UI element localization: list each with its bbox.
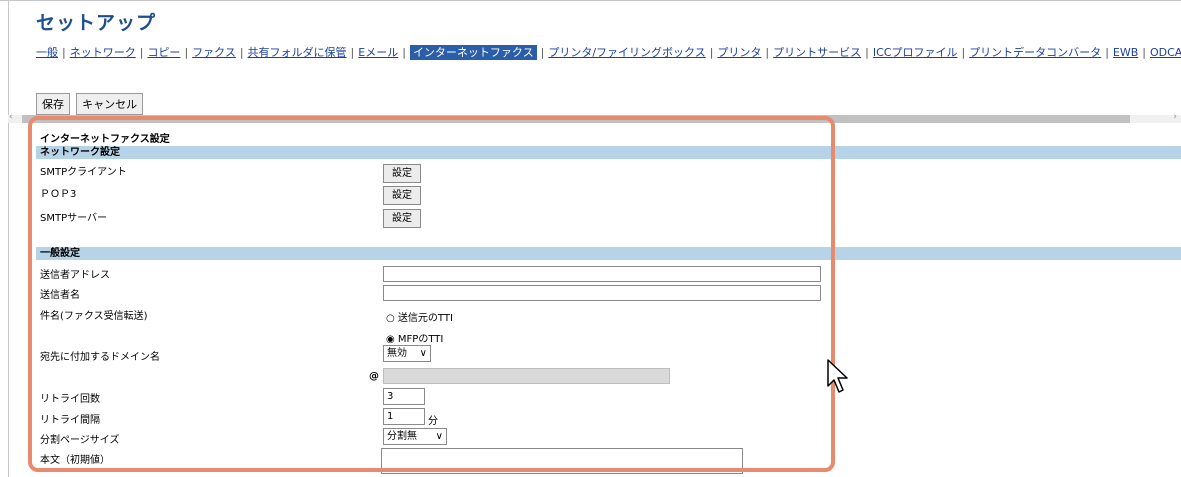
- scroll-left-icon[interactable]: ‹: [9, 112, 13, 122]
- nav-separator: |: [1105, 46, 1109, 59]
- radio-checked-icon: ◉: [386, 334, 395, 345]
- subject-option-label: MFPのTTI: [397, 334, 444, 345]
- nav-separator: |: [961, 46, 966, 59]
- nav-tab[interactable]: コピー: [147, 46, 180, 59]
- sender-name-input[interactable]: [383, 285, 821, 301]
- network-section-header: ネットワーク設定: [36, 146, 1181, 159]
- cancel-button[interactable]: キャンセル: [76, 93, 144, 115]
- nav-tab[interactable]: プリンタ: [717, 46, 761, 59]
- scroll-right-icon[interactable]: ›: [1173, 112, 1177, 122]
- nav-tab[interactable]: プリンタ/ファイリングボックス: [548, 46, 705, 59]
- nav-separator: |: [62, 46, 66, 59]
- retry-interval-unit: 分: [428, 416, 438, 427]
- general-section-header: 一般設定: [36, 247, 1181, 260]
- chevron-down-icon: ∨: [419, 348, 427, 359]
- save-button[interactable]: 保存: [36, 93, 70, 115]
- nav-tab[interactable]: 一般: [36, 46, 58, 59]
- split-page-select-value: 分割無: [387, 431, 417, 442]
- subject-radio-sender-tti[interactable]: ○ 送信元のTTI: [386, 309, 453, 324]
- radio-unchecked-icon: ○: [386, 313, 395, 324]
- nav-tab[interactable]: プリントデータコンバータ: [969, 46, 1101, 59]
- sender-name-label: 送信者名: [40, 290, 80, 301]
- split-page-select[interactable]: 分割無 ∨: [383, 428, 447, 445]
- nav-separator: |: [350, 46, 355, 59]
- retry-count-input[interactable]: 3: [383, 388, 425, 405]
- nav-tab[interactable]: インターネットファクス: [409, 45, 537, 60]
- nav-separator: |: [1142, 46, 1146, 59]
- page-title: セットアップ: [36, 12, 157, 34]
- nav-separator: |: [709, 46, 714, 59]
- nav-separator: |: [540, 46, 545, 59]
- split-page-label: 分割ページサイズ: [40, 435, 120, 446]
- nav-separator: |: [139, 46, 144, 59]
- retry-count-label: リトライ回数: [40, 394, 100, 405]
- domain-select-value: 無効: [387, 348, 407, 359]
- retry-interval-label: リトライ間隔: [40, 415, 100, 426]
- body-textarea[interactable]: [381, 448, 743, 474]
- nav-separator: |: [865, 46, 869, 59]
- nav-tab[interactable]: Eメール: [358, 46, 398, 59]
- nav-tab[interactable]: EWB: [1113, 46, 1138, 59]
- subject-radio-mfp-tti[interactable]: ◉ MFPのTTI: [386, 330, 443, 345]
- settings-header: インターネットファクス設定: [40, 134, 170, 145]
- setup-nav: 一般 | ネットワーク | コピー | ファクス | 共有フォルダに保管 | Eメール | インターネッ…: [36, 44, 1181, 60]
- nav-separator: |: [184, 46, 189, 59]
- sender-address-input[interactable]: [383, 266, 821, 282]
- subject-option-label: 送信元のTTI: [397, 313, 453, 324]
- mouse-pointer-icon: [827, 359, 848, 393]
- nav-tab[interactable]: ネットワーク: [70, 46, 136, 59]
- sender-address-label: 送信者アドレス: [40, 270, 110, 281]
- smtp-client-label: SMTPクライアント: [40, 167, 127, 178]
- nav-tab[interactable]: ICCプロファイル: [873, 46, 958, 59]
- at-symbol: @: [369, 371, 379, 382]
- internet-fax-settings-panel: インターネットファクス設定 ネットワーク設定 SMTPクライアント 設定 ＰＯＰ…: [36, 125, 1181, 477]
- body-label: 本文（初期値）: [40, 455, 110, 466]
- domain-input[interactable]: [383, 368, 670, 384]
- toolbar: 保存 キャンセル: [36, 93, 144, 115]
- nav-tab[interactable]: 共有フォルダに保管: [248, 46, 347, 59]
- horizontal-scrollbar[interactable]: ‹ ›: [8, 112, 1181, 123]
- nav-tab[interactable]: ODCA: [1150, 46, 1181, 59]
- nav-separator: |: [765, 46, 770, 59]
- nav-tab[interactable]: ファクス: [192, 46, 236, 59]
- smtp-server-label: SMTPサーバー: [40, 213, 108, 224]
- smtp-server-settings-button[interactable]: 設定: [383, 209, 421, 228]
- retry-interval-input[interactable]: 1: [383, 408, 425, 425]
- pop3-label: ＰＯＰ3: [40, 189, 77, 200]
- scrollbar-thumb[interactable]: [22, 115, 1130, 123]
- smtp-client-settings-button[interactable]: 設定: [383, 164, 421, 183]
- nav-tab[interactable]: プリントサービス: [773, 46, 861, 59]
- subject-label: 件名(ファクス受信転送): [40, 311, 148, 322]
- pop3-settings-button[interactable]: 設定: [383, 186, 421, 205]
- nav-separator: |: [402, 46, 406, 59]
- domain-select[interactable]: 無効 ∨: [383, 345, 431, 362]
- nav-separator: |: [239, 46, 244, 59]
- chevron-down-icon: ∨: [435, 431, 443, 442]
- domain-label: 宛先に付加するドメイン名: [40, 352, 160, 363]
